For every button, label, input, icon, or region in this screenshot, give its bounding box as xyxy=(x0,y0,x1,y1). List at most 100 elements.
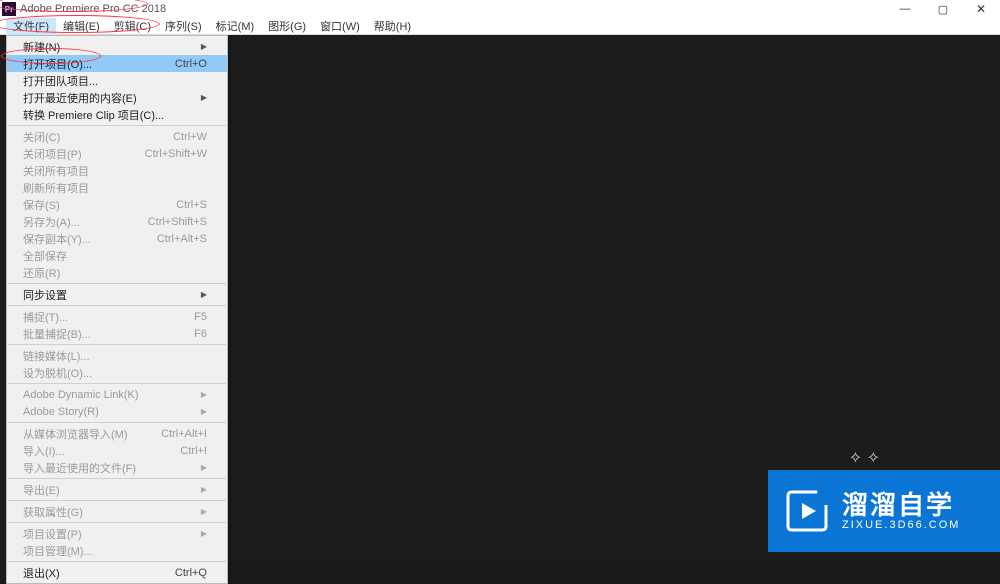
watermark-play-icon xyxy=(782,486,832,536)
menu-entry-shortcut: Ctrl+O xyxy=(175,58,207,70)
watermark-sub: ZIXUE.3D66.COM xyxy=(842,519,960,531)
menu-entry-38[interactable]: 退出(X) Ctrl+Q xyxy=(7,564,227,581)
maximize-button[interactable]: ▢ xyxy=(924,0,962,18)
menu-entry-7: 关闭项目(P) Ctrl+Shift+W xyxy=(7,145,227,162)
file-menu-dropdown: 新建(N)▶打开项目(O)... Ctrl+O 打开团队项目...打开最近使用的内容… xyxy=(6,35,228,584)
menu-entry-label: 全部保存 xyxy=(23,248,67,264)
menu-entry-25: Adobe Story(R) ▶ xyxy=(7,403,227,420)
menu-item-6[interactable]: 窗口(W) xyxy=(313,17,367,35)
menu-entry-label: 转换 Premiere Clip 项目(C)... xyxy=(23,107,164,123)
menu-entry-shortcut: Ctrl+Alt+S xyxy=(157,233,207,245)
menu-entry-label: 打开项目(O)... xyxy=(23,56,92,72)
submenu-arrow-icon: ▶ xyxy=(201,507,207,516)
menu-entry-label: 打开团队项目... xyxy=(23,73,98,89)
menu-item-1[interactable]: 编辑(E) xyxy=(56,17,107,35)
titlebar: Pr Adobe Premiere Pro CC 2018 — ▢ ✕ xyxy=(0,0,1000,18)
menu-entry-label: Adobe Dynamic Link(K) xyxy=(23,389,139,401)
menu-entry-28: 导入(I)... Ctrl+I xyxy=(7,442,227,459)
menu-entry-24: Adobe Dynamic Link(K) ▶ xyxy=(7,386,227,403)
app-title: Adobe Premiere Pro CC 2018 xyxy=(20,3,166,15)
menu-separator xyxy=(8,125,226,126)
menu-separator xyxy=(8,500,226,501)
menu-entry-label: 项目管理(M)... xyxy=(23,543,93,559)
menu-entry-label: 捕捉(T)... xyxy=(23,309,68,325)
watermark-main: 溜溜自学 xyxy=(842,491,960,520)
watermark-text: 溜溜自学 ZIXUE.3D66.COM xyxy=(842,491,960,532)
submenu-arrow-icon: ▶ xyxy=(201,463,207,472)
menu-entry-label: 退出(X) xyxy=(23,565,60,581)
menu-item-2[interactable]: 剪辑(C) xyxy=(107,17,158,35)
menu-entry-31: 导出(E) ▶ xyxy=(7,481,227,498)
menu-separator xyxy=(8,422,226,423)
menu-item-3[interactable]: 序列(S) xyxy=(158,17,209,35)
menu-entry-label: 保存(S) xyxy=(23,197,60,213)
menu-entry-shortcut: Ctrl+Shift+S xyxy=(148,216,207,228)
menu-entry-1[interactable]: 打开项目(O)... Ctrl+O xyxy=(7,55,227,72)
menu-entry-27: 从媒体浏览器导入(M) Ctrl+Alt+I xyxy=(7,425,227,442)
menubar: 文件(F)编辑(E)剪辑(C)序列(S)标记(M)图形(G)窗口(W)帮助(H) xyxy=(0,18,1000,35)
menu-entry-22: 设为脱机(O)... xyxy=(7,364,227,381)
menu-separator xyxy=(8,344,226,345)
menu-entry-shortcut: Ctrl+Shift+W xyxy=(145,148,207,160)
menu-entry-36: 项目管理(M)... xyxy=(7,542,227,559)
menu-entry-label: 获取属性(G) xyxy=(23,504,83,520)
menu-entry-label: 还原(R) xyxy=(23,265,60,281)
menu-entry-label: 从媒体浏览器导入(M) xyxy=(23,426,128,442)
submenu-arrow-icon: ▶ xyxy=(201,390,207,399)
app-icon: Pr xyxy=(2,2,16,16)
menu-entry-18: 捕捉(T)...F5 xyxy=(7,308,227,325)
menu-entry-label: 链接媒体(L)... xyxy=(23,348,90,364)
window-controls: — ▢ ✕ xyxy=(886,0,1000,18)
menu-entry-14: 还原(R) xyxy=(7,264,227,281)
menu-entry-21: 链接媒体(L)... xyxy=(7,347,227,364)
menu-entry-35: 项目设置(P) ▶ xyxy=(7,525,227,542)
menu-entry-shortcut: F6 xyxy=(194,328,207,340)
menu-separator xyxy=(8,283,226,284)
menu-entry-label: 刷新所有项目 xyxy=(23,180,89,196)
menu-entry-shortcut: Ctrl+W xyxy=(173,131,207,143)
menu-entry-4[interactable]: 转换 Premiere Clip 项目(C)... xyxy=(7,106,227,123)
menu-item-0[interactable]: 文件(F) xyxy=(6,17,56,35)
menu-entry-label: 批量捕捉(B)... xyxy=(23,326,91,342)
menu-entry-shortcut: Ctrl+I xyxy=(180,445,207,457)
menu-entry-label: 关闭项目(P) xyxy=(23,146,82,162)
menu-separator xyxy=(8,522,226,523)
menu-item-5[interactable]: 图形(G) xyxy=(261,17,313,35)
watermark-banner: 溜溜自学 ZIXUE.3D66.COM xyxy=(768,470,1000,552)
menu-entry-3[interactable]: 打开最近使用的内容(E) ▶ xyxy=(7,89,227,106)
menu-entry-shortcut: Ctrl+Q xyxy=(175,567,207,579)
menu-entry-0[interactable]: 新建(N)▶ xyxy=(7,38,227,55)
menu-entry-8: 关闭所有项目 xyxy=(7,162,227,179)
menu-entry-label: 保存副本(Y)... xyxy=(23,231,91,247)
menu-entry-shortcut: Ctrl+S xyxy=(176,199,207,211)
menu-entry-16[interactable]: 同步设置 ▶ xyxy=(7,286,227,303)
menu-entry-label: 打开最近使用的内容(E) xyxy=(23,90,137,106)
menu-entry-label: 另存为(A)... xyxy=(23,214,80,230)
submenu-arrow-icon: ▶ xyxy=(201,93,207,102)
submenu-arrow-icon: ▶ xyxy=(201,485,207,494)
menu-entry-label: 设为脱机(O)... xyxy=(23,365,92,381)
minimize-button[interactable]: — xyxy=(886,0,924,18)
menu-entry-2[interactable]: 打开团队项目... xyxy=(7,72,227,89)
submenu-arrow-icon: ▶ xyxy=(201,407,207,416)
submenu-arrow-icon: ▶ xyxy=(201,529,207,538)
submenu-arrow-icon: ▶ xyxy=(201,42,207,51)
menu-item-4[interactable]: 标记(M) xyxy=(209,17,262,35)
close-button[interactable]: ✕ xyxy=(962,0,1000,18)
menu-entry-6: 关闭(C)Ctrl+W xyxy=(7,128,227,145)
menu-entry-shortcut: Ctrl+Alt+I xyxy=(161,428,207,440)
menu-entry-label: Adobe Story(R) xyxy=(23,406,99,418)
menu-entry-label: 项目设置(P) xyxy=(23,526,82,542)
submenu-arrow-icon: ▶ xyxy=(201,290,207,299)
menu-entry-19: 批量捕捉(B)... F6 xyxy=(7,325,227,342)
menu-separator xyxy=(8,478,226,479)
menu-entry-label: 导入(I)... xyxy=(23,443,65,459)
menu-separator xyxy=(8,383,226,384)
menu-entry-label: 关闭所有项目 xyxy=(23,163,89,179)
menu-entry-label: 同步设置 xyxy=(23,287,67,303)
menu-separator xyxy=(8,305,226,306)
menu-entry-label: 导出(E) xyxy=(23,482,60,498)
menu-entry-13: 全部保存 xyxy=(7,247,227,264)
menu-item-7[interactable]: 帮助(H) xyxy=(367,17,418,35)
menu-entry-33: 获取属性(G) ▶ xyxy=(7,503,227,520)
